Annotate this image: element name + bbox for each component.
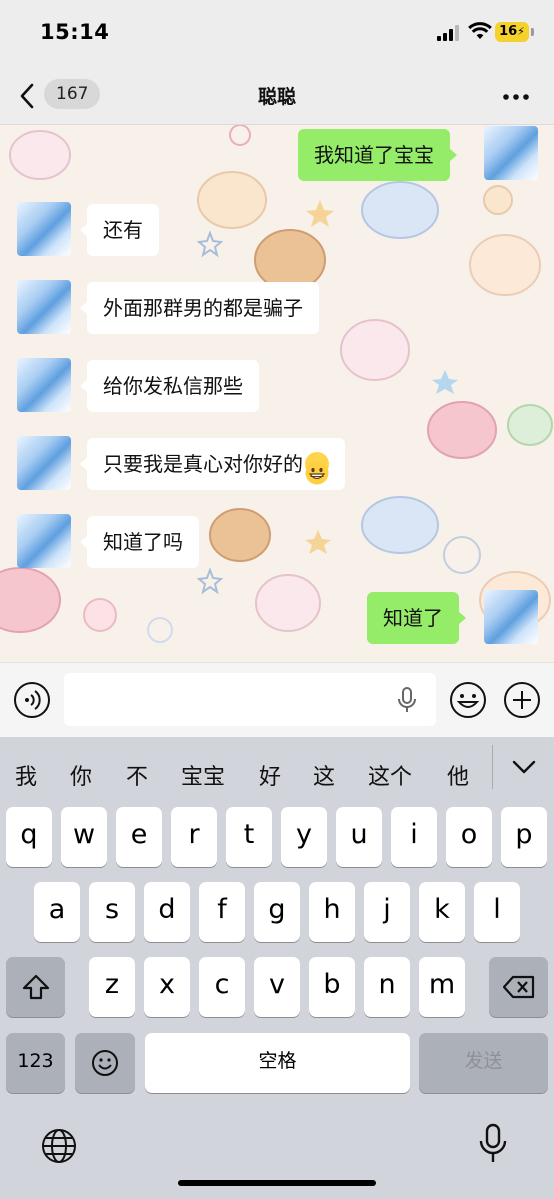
key-x[interactable]: x [144,957,190,1017]
globe-icon[interactable] [40,1127,78,1165]
emoji-face-icon [92,1050,118,1076]
candidate-word[interactable]: 不 [126,759,148,791]
self-avatar[interactable] [484,590,538,644]
shift-key[interactable] [6,957,65,1017]
chevron-down-icon[interactable] [512,759,536,775]
chat-title: 聪聪 [257,86,296,108]
voice-to-text-mic-icon[interactable] [397,687,417,713]
contact-avatar[interactable] [17,436,71,490]
message-text: 只要我是真心对你好的 [103,452,303,476]
key-e[interactable]: e [116,807,162,867]
contact-avatar[interactable] [17,358,71,412]
backspace-icon [502,975,534,999]
message-bubble-received[interactable]: 只要我是真心对你好的 [80,438,345,490]
message-bubble-received[interactable]: 还有 [80,204,159,256]
key-f[interactable]: f [199,882,245,942]
message-bubble-received[interactable]: 给你发私信那些 [80,360,259,412]
contact-avatar[interactable] [17,514,71,568]
battery-level: 16 [499,24,518,39]
delete-key[interactable] [489,957,548,1017]
key-o[interactable]: o [446,807,492,867]
candidate-word[interactable]: 你 [70,759,92,791]
key-w[interactable]: w [61,807,107,867]
chat-header: 167 聪聪 [0,66,554,125]
message-bubble-sent[interactable]: 知道了 [367,592,466,644]
plus-icon[interactable] [503,681,541,719]
key-s[interactable]: s [89,882,135,942]
space-key[interactable]: 空格 [145,1033,410,1093]
candidate-word[interactable]: 好 [259,759,281,791]
key-t[interactable]: t [226,807,272,867]
key-l[interactable]: l [474,882,520,942]
key-r[interactable]: r [171,807,217,867]
keyboard: 我 你 不 宝宝 好 这 这个 他 q w e r t y u i o p a … [0,737,554,1199]
battery-tip [531,28,534,36]
self-avatar[interactable] [484,126,538,180]
voice-icon[interactable] [13,681,51,719]
numbers-key[interactable]: 123 [6,1033,65,1093]
chat-wallpaper [0,125,553,643]
message-input[interactable] [64,673,436,726]
chat-messages-area[interactable]: 我知道了宝宝 还有 外面那群男的都是骗子 给你发私信那些 只要我是真心对你好的 … [0,125,554,662]
message-bubble-sent[interactable]: 我知道了宝宝 [298,129,457,181]
key-k[interactable]: k [419,882,465,942]
shift-arrow-icon [22,974,49,1000]
key-y[interactable]: y [281,807,327,867]
candidate-word[interactable]: 我 [15,759,37,791]
dictation-mic-icon[interactable] [478,1123,508,1165]
message-bubble-received[interactable]: 知道了吗 [80,516,199,568]
key-j[interactable]: j [364,882,410,942]
message-input-bar [0,662,554,738]
candidate-word[interactable]: 他 [447,759,469,791]
grinning-face-emoji-icon [305,451,329,484]
candidate-bar: 我 你 不 宝宝 好 这 这个 他 [0,737,554,807]
battery-icon: 16⚡ [495,22,529,42]
charging-icon: ⚡ [517,25,525,38]
emoji-icon[interactable] [449,681,487,719]
more-icon[interactable] [503,93,529,101]
key-z[interactable]: z [89,957,135,1017]
key-p[interactable]: p [501,807,547,867]
message-bubble-received[interactable]: 外面那群男的都是骗子 [80,282,319,334]
contact-avatar[interactable] [17,280,71,334]
key-n[interactable]: n [364,957,410,1017]
key-h[interactable]: h [309,882,355,942]
emoji-keyboard-key[interactable] [75,1033,135,1093]
candidate-word[interactable]: 宝宝 [181,759,225,791]
key-a[interactable]: a [34,882,80,942]
status-bar: 15:14 16⚡ [0,0,554,66]
contact-avatar[interactable] [17,202,71,256]
candidate-word[interactable]: 这 [313,759,335,791]
key-u[interactable]: u [336,807,382,867]
key-q[interactable]: q [6,807,52,867]
key-g[interactable]: g [254,882,300,942]
candidate-divider [492,745,493,789]
status-time: 15:14 [40,20,110,44]
wifi-icon [468,22,492,39]
send-key[interactable]: 发送 [419,1033,548,1093]
candidate-word[interactable]: 这个 [368,759,412,791]
signal-icon [437,25,459,41]
key-c[interactable]: c [199,957,245,1017]
key-b[interactable]: b [309,957,355,1017]
key-i[interactable]: i [391,807,437,867]
key-m[interactable]: m [419,957,465,1017]
key-d[interactable]: d [144,882,190,942]
home-indicator[interactable] [178,1180,376,1186]
key-v[interactable]: v [254,957,300,1017]
